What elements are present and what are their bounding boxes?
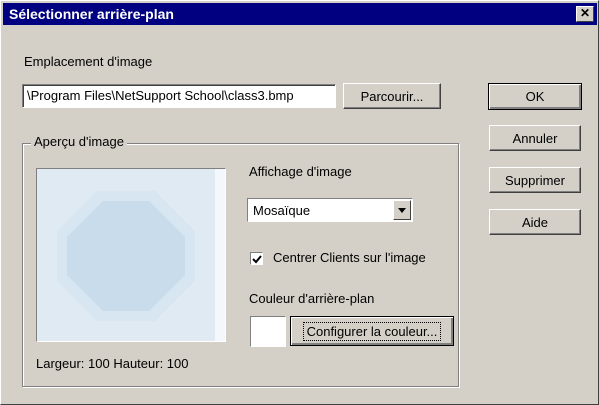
configure-color-label: Configurer la couleur... — [302, 321, 442, 341]
ok-button-label: OK — [525, 89, 545, 104]
help-button[interactable]: Aide — [489, 209, 581, 235]
center-clients-label: Centrer Clients sur l'image — [273, 250, 426, 265]
preview-group-title: Aperçu d'image — [31, 134, 127, 149]
title-bar[interactable]: Sélectionner arrière-plan ✕ — [3, 3, 597, 25]
cancel-button[interactable]: Annuler — [489, 125, 581, 151]
browse-button[interactable]: Parcourir... — [343, 83, 441, 109]
delete-button[interactable]: Supprimer — [489, 167, 581, 193]
dialog-window: Sélectionner arrière-plan ✕ Emplacement … — [0, 0, 599, 405]
help-button-label: Aide — [521, 214, 549, 230]
display-label: Affichage d'image — [249, 164, 352, 179]
chevron-down-icon[interactable] — [393, 200, 411, 220]
checkmark-icon — [252, 255, 262, 264]
window-title: Sélectionner arrière-plan — [9, 6, 174, 22]
delete-button-label: Supprimer — [505, 172, 565, 188]
close-icon: ✕ — [579, 6, 591, 20]
image-path-input[interactable]: \Program Files\NetSupport School\class3.… — [22, 84, 336, 108]
color-swatch — [250, 316, 286, 347]
background-color-label: Couleur d'arrière-plan — [249, 291, 375, 306]
center-clients-checkbox[interactable] — [250, 252, 263, 265]
image-dimensions: Largeur: 100 Hauteur: 100 — [36, 356, 189, 371]
image-location-label: Emplacement d'image — [24, 54, 153, 69]
display-mode-select[interactable]: Mosaïque — [247, 198, 413, 222]
close-button[interactable]: ✕ — [576, 6, 594, 22]
configure-color-button[interactable]: Configurer la couleur... — [290, 316, 454, 346]
browse-button-label: Parcourir... — [360, 88, 424, 104]
image-preview — [36, 168, 226, 342]
octagon-image — [57, 191, 195, 321]
cancel-button-label: Annuler — [512, 130, 558, 146]
ok-button[interactable]: OK — [488, 83, 582, 110]
display-mode-value: Mosaïque — [253, 203, 311, 218]
preview-tile — [37, 169, 215, 341]
